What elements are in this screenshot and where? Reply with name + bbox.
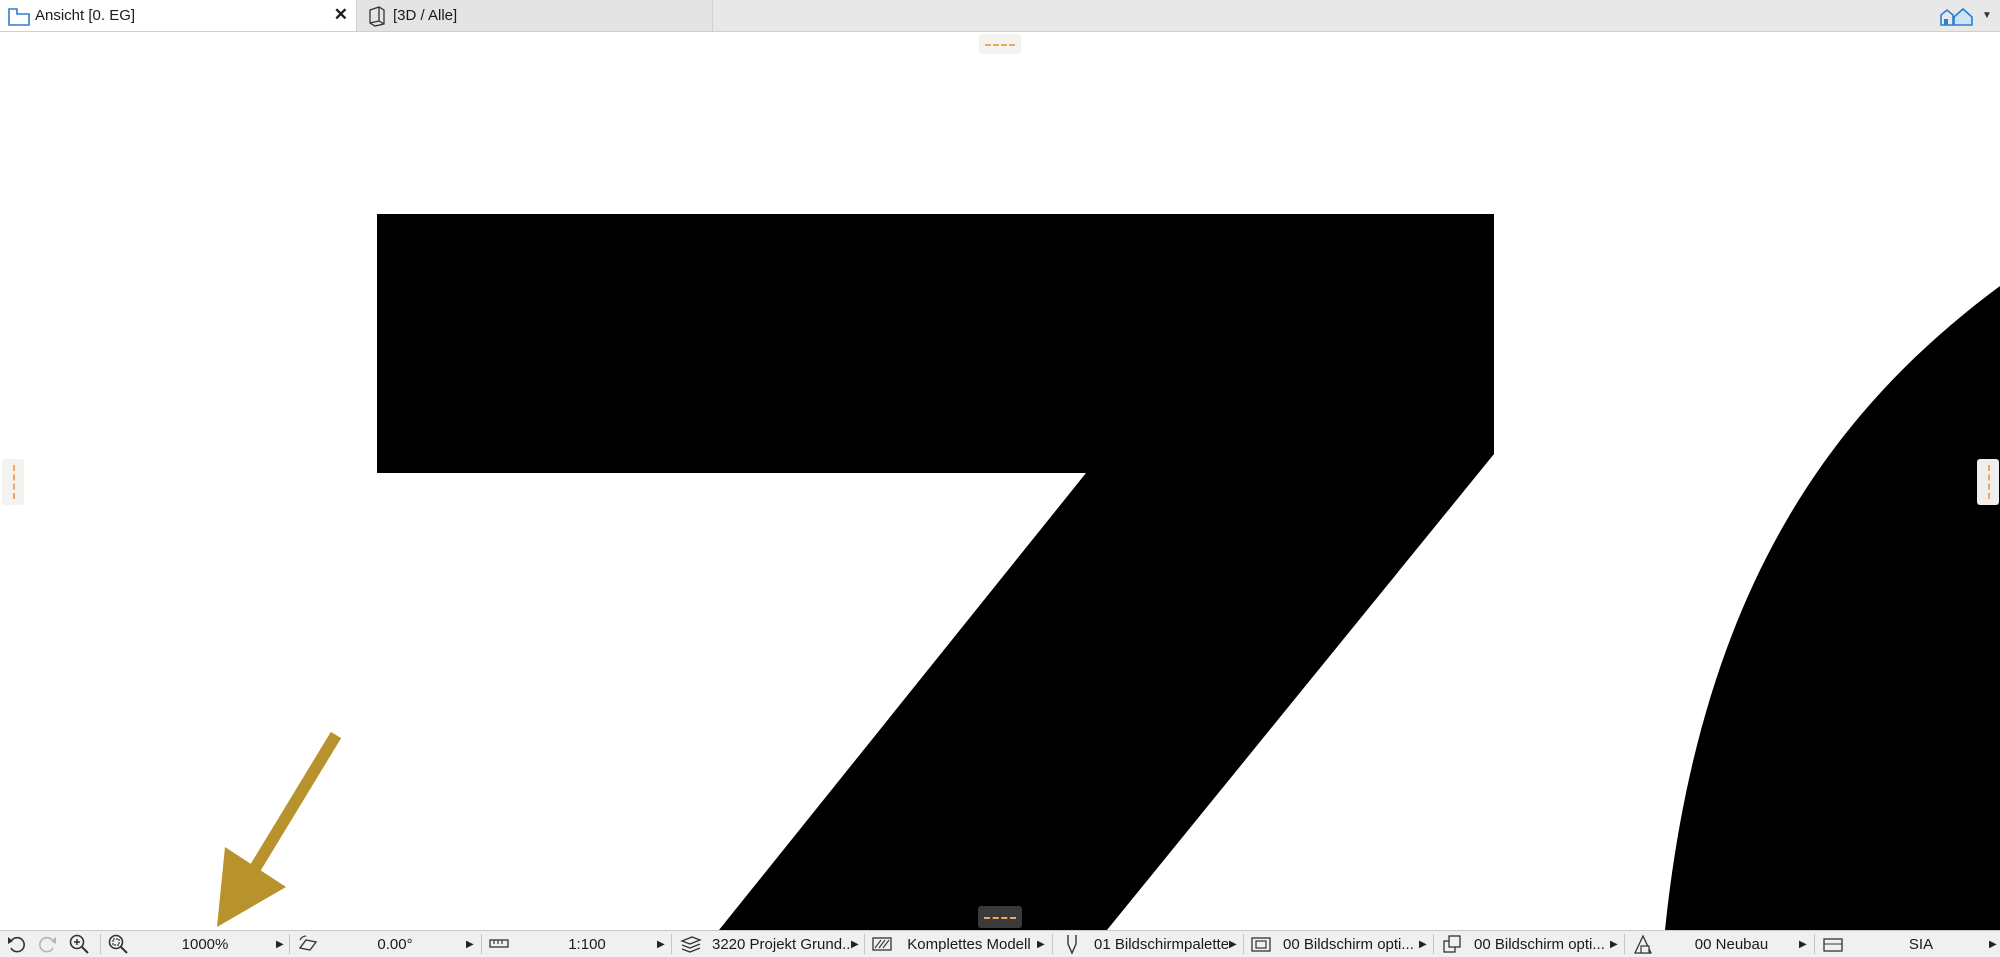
scale-menu-arrow[interactable]: ▶: [657, 931, 665, 957]
zoom-in-button[interactable]: [68, 931, 90, 957]
3d-window-icon: [369, 5, 385, 27]
graphic-override-menu-arrow[interactable]: ▶: [1610, 931, 1618, 957]
model-view-field[interactable]: Komplettes Modell: [904, 931, 1034, 957]
model-view-icon: [872, 937, 892, 951]
floor-plan-icon: [8, 7, 30, 26]
layer-combination-field[interactable]: 3220 Projekt Grund...: [712, 931, 850, 957]
model-view-button[interactable]: [871, 931, 893, 957]
pen-set-menu-arrow[interactable]: ▶: [1229, 931, 1237, 957]
orientation-icon: [298, 935, 318, 951]
redo-icon: [39, 936, 56, 953]
drawing-content: [217, 214, 2000, 930]
layer-combination-button[interactable]: [680, 931, 702, 957]
right-edge-handle[interactable]: [1977, 459, 1999, 505]
rotation-menu-arrow[interactable]: ▶: [466, 931, 474, 957]
zoom-options-button[interactable]: [107, 931, 129, 957]
quick-options-bar: 1000% ▶ 0.00° ▶ 1:100 ▶ 3220 Projekt Gru…: [0, 930, 2000, 957]
tab-3d[interactable]: [3D / Alle]: [357, 0, 713, 31]
chevron-down-icon: ▼: [1982, 10, 1992, 21]
layer-combination-value: 3220 Projekt Grund...: [712, 935, 850, 953]
model-view-options-field[interactable]: 00 Bildschirm opti...: [1283, 931, 1418, 957]
model-view-options-icon: [1251, 937, 1271, 952]
scale-field[interactable]: 1:100: [522, 931, 652, 957]
undo-zoom-button[interactable]: [6, 931, 28, 957]
view-tab-bar: Ansicht [0. EG] ✕ [3D / Alle] ▼: [0, 0, 2000, 32]
navigator-icon: [1940, 7, 1973, 26]
bottom-edge-handle[interactable]: [978, 906, 1022, 928]
orientation-button[interactable]: [297, 931, 319, 957]
numeral-zero-shape: [1665, 286, 2000, 930]
renovation-filter-icon: [1633, 934, 1653, 954]
close-tab-button[interactable]: ✕: [334, 5, 348, 25]
redo-zoom-button[interactable]: [36, 931, 58, 957]
model-view-options-menu-arrow[interactable]: ▶: [1419, 931, 1427, 957]
model-view-value: Komplettes Modell: [907, 935, 1031, 953]
rotation-value: 0.00°: [377, 935, 413, 953]
scale-button[interactable]: [488, 931, 510, 957]
scale-icon: [489, 939, 509, 948]
dimension-standard-button[interactable]: [1822, 931, 1844, 957]
top-edge-handle[interactable]: [979, 34, 1021, 54]
tab-label: [3D / Alle]: [393, 7, 458, 24]
tab-bar-empty-area: [713, 0, 1930, 31]
renovation-filter-menu-arrow[interactable]: ▶: [1799, 931, 1807, 957]
zoom-menu-arrow[interactable]: ▶: [276, 931, 284, 957]
dimension-standard-value: SIA: [1908, 935, 1934, 953]
left-edge-handle[interactable]: [2, 459, 24, 505]
annotation-arrow: [217, 731, 342, 927]
layer-combination-menu-arrow[interactable]: ▶: [851, 931, 859, 957]
dimension-standard-menu-arrow[interactable]: ▶: [1989, 931, 1997, 957]
layer-combination-icon: [680, 936, 702, 953]
renovation-filter-value: 00 Neubau: [1694, 935, 1769, 953]
pen-set-field[interactable]: 01 Bildschirmpalette: [1094, 931, 1228, 957]
renovation-filter-button[interactable]: [1632, 931, 1654, 957]
graphic-override-icon: [1443, 935, 1461, 953]
pen-set-button[interactable]: [1062, 931, 1082, 957]
graphic-override-button[interactable]: [1441, 931, 1463, 957]
rotation-field[interactable]: 0.00°: [330, 931, 460, 957]
dimension-standard-icon: [1823, 938, 1843, 952]
renovation-filter-field[interactable]: 00 Neubau: [1664, 931, 1799, 957]
model-view-menu-arrow[interactable]: ▶: [1037, 931, 1045, 957]
model-view-options-button[interactable]: [1250, 931, 1272, 957]
zoom-value: 1000%: [181, 935, 229, 953]
graphic-override-field[interactable]: 00 Bildschirm opti...: [1474, 931, 1608, 957]
numeral-seven-shape: [377, 214, 1494, 930]
zoom-in-icon: [69, 934, 89, 954]
drawing-canvas[interactable]: [0, 32, 2000, 930]
tab-floor-plan[interactable]: Ansicht [0. EG] ✕: [0, 0, 357, 31]
navigator-button[interactable]: ▼: [1930, 0, 2000, 31]
graphic-override-value: 00 Bildschirm opti...: [1474, 935, 1605, 953]
model-view-options-value: 00 Bildschirm opti...: [1283, 935, 1414, 953]
dimension-standard-field[interactable]: SIA: [1856, 931, 1986, 957]
scale-value: 1:100: [568, 935, 606, 953]
undo-icon: [8, 936, 25, 953]
pen-set-icon: [1067, 935, 1077, 955]
zoom-field[interactable]: 1000%: [140, 931, 270, 957]
zoom-options-icon: [108, 934, 128, 954]
tab-label: Ansicht [0. EG]: [35, 7, 136, 24]
pen-set-value: 01 Bildschirmpalette: [1094, 935, 1228, 953]
